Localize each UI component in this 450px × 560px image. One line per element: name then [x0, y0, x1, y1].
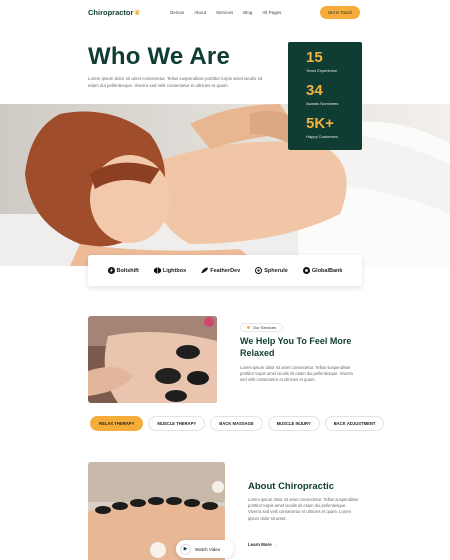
stats-card: 15 Years Experience 34 Awards Nominees 5… [288, 42, 362, 150]
boltshift-icon [107, 267, 115, 274]
play-icon: ▶ [180, 543, 191, 555]
brand-logos-bar: Boltshift Lightbox FeatherDev Spherule G… [88, 255, 362, 286]
learn-more-label: Learn More [248, 542, 272, 547]
nav-link-services[interactable]: Services [216, 10, 233, 15]
stat-awards-label: Awards Nominees [306, 101, 339, 106]
about-title: About Chiropractic [248, 481, 335, 492]
top-nav: Chiropractor❦ Demos About Services Blog … [0, 0, 450, 26]
brand-label: GlobalBank [311, 267, 343, 274]
featherdev-icon [201, 267, 209, 274]
tag-label: Our Services [253, 325, 277, 330]
services-text: Lorem ipsum dolor sit amet consectetur. … [240, 365, 353, 383]
nav-links: Demos About Services Blog All Pages [170, 10, 281, 15]
nav-link-demos[interactable]: Demos [170, 10, 184, 15]
stat-years-value: 15 [306, 49, 323, 66]
spherule-icon [255, 267, 263, 274]
watch-video-label: Watch Video [195, 546, 221, 552]
logo[interactable]: Chiropractor❦ [88, 8, 140, 17]
services-title: We Help You To Feel More Relaxed [240, 336, 352, 358]
brand-label: Boltshift [116, 267, 139, 274]
nav-link-blog[interactable]: Blog [243, 10, 252, 15]
learn-more-link[interactable]: Learn More → [248, 542, 279, 547]
brand-label: Lightbox [162, 267, 187, 274]
about-text: Lorem ipsum dolor sit amet consectetur. … [248, 497, 359, 521]
tag-dot-icon [247, 326, 250, 329]
brand-featherdev: FeatherDev [201, 267, 240, 274]
stat-years: 15 Years Experience [306, 49, 362, 74]
hot-stone-therapy-image [88, 316, 217, 403]
stat-awards: 34 Awards Nominees [306, 82, 362, 107]
brand-lightbox: Lightbox [153, 267, 187, 274]
stat-customers-value: 5K+ [306, 115, 334, 132]
stat-awards-value: 34 [306, 82, 323, 99]
hero-massage-image [0, 104, 450, 266]
service-tabs: RELAX THERAPY MUSCLE THERAPY BACK MASSAG… [90, 416, 385, 431]
brand-globalbank: GlobalBank [302, 267, 343, 274]
nav-link-all-pages[interactable]: All Pages [262, 10, 281, 15]
brand-label: Spherule [264, 267, 288, 274]
stat-customers: 5K+ Happy Customers [306, 115, 362, 140]
leaf-icon: ❦ [134, 10, 141, 17]
tab-relax-therapy[interactable]: RELAX THERAPY [90, 416, 144, 431]
globalbank-icon [302, 267, 310, 274]
tab-muscle-therapy[interactable]: MUSCLE THERAPY [148, 416, 206, 431]
stat-years-label: Years Experience [306, 68, 338, 73]
tab-back-adjustment[interactable]: BACK ADJUSTMENT [324, 416, 385, 431]
our-services-tag: Our Services [240, 323, 284, 332]
brand-spherule: Spherule [255, 267, 288, 274]
tab-back-massage[interactable]: BACK MASSAGE [210, 416, 263, 431]
hero-text: Lorem ipsum dolor sit amet consectetur. … [88, 76, 262, 88]
hero-title: Who We Are [88, 43, 231, 70]
stat-customers-label: Happy Customers [306, 134, 339, 139]
brand-boltshift: Boltshift [107, 267, 139, 274]
nav-link-about[interactable]: About [194, 10, 206, 15]
brand-label: FeatherDev [210, 267, 241, 274]
get-in-touch-button[interactable]: Get in Touch [320, 6, 360, 19]
lightbox-icon [153, 267, 161, 274]
watch-video-button[interactable]: ▶ Watch Video [176, 540, 234, 558]
tab-muscle-injury[interactable]: MUSCLE INJURY [267, 416, 320, 431]
arrow-right-icon: → [274, 542, 280, 547]
